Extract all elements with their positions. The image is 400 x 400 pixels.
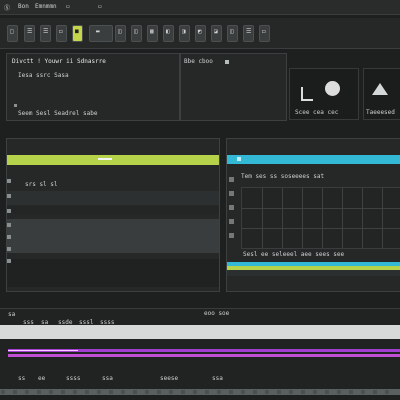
bullet-icon bbox=[14, 104, 17, 107]
tool-button[interactable]: ☰ bbox=[243, 25, 254, 42]
active-track-bar[interactable] bbox=[7, 155, 219, 165]
progress-bar-bg bbox=[227, 270, 400, 276]
timeline-center-label: eoo soe bbox=[204, 310, 230, 317]
timeline-panel: sa sss sa ssde sssl ssss eoo soe ss ee s… bbox=[0, 308, 400, 395]
tool-button[interactable]: ◫ bbox=[227, 25, 238, 42]
clip-segment[interactable] bbox=[8, 350, 78, 351]
timeline-footer-label: ssa bbox=[212, 375, 223, 382]
tool-button[interactable]: ◻ bbox=[259, 25, 270, 42]
window-control-icon[interactable]: ▭ bbox=[98, 3, 102, 10]
timeline-footer-label: ss bbox=[18, 375, 26, 382]
row-marker-icon bbox=[7, 223, 11, 227]
preview-label: Taeeesed bbox=[366, 109, 395, 116]
tool-button[interactable]: ☰ bbox=[40, 25, 51, 42]
timeline-ruler[interactable] bbox=[0, 325, 400, 339]
window-control-icon[interactable]: ▭ bbox=[66, 3, 70, 10]
preview-grid[interactable] bbox=[241, 187, 400, 249]
menu-item[interactable]: Emnmmn bbox=[35, 3, 57, 10]
tool-icon: ☰ bbox=[246, 28, 252, 35]
timeline-header-item: sa bbox=[8, 311, 16, 318]
timeline-footer-label: ee bbox=[38, 375, 46, 382]
menu-dot-icon[interactable] bbox=[225, 60, 229, 64]
editor-header: Tem ses ss soseeees sat bbox=[241, 173, 325, 180]
tool-button[interactable]: ◫ bbox=[131, 25, 142, 42]
preview-thumbnail-left[interactable]: Scee cea cec bbox=[289, 68, 359, 120]
tool-icon: ☰ bbox=[27, 28, 33, 35]
editor-row[interactable] bbox=[7, 259, 219, 287]
tool-icon: ☰ bbox=[43, 28, 49, 35]
tool-icon: ◫ bbox=[134, 28, 138, 35]
tool-icon: □ bbox=[10, 28, 14, 35]
tool-icon: ◨ bbox=[182, 28, 186, 35]
tool-button[interactable]: □ bbox=[7, 25, 18, 42]
triangle-icon bbox=[372, 83, 388, 95]
track-handle[interactable] bbox=[98, 158, 112, 160]
left-editor-panel: srs sl sl bbox=[6, 138, 220, 292]
app-icon[interactable]: Ⓢ bbox=[4, 3, 10, 12]
timeline-footer-label: ssss bbox=[66, 375, 81, 382]
timeline-icon bbox=[237, 157, 241, 161]
panel-title: Bbe cboo bbox=[184, 58, 213, 65]
tool-button[interactable]: ◫ bbox=[115, 25, 126, 42]
tool-icon: ◻ bbox=[59, 28, 63, 35]
tool-button[interactable]: ▦ bbox=[147, 25, 158, 42]
tool-button[interactable]: ◧ bbox=[163, 25, 174, 42]
right-editor-panel: Tem ses ss soseeees sat Sesl ee seleeel … bbox=[226, 138, 400, 292]
tool-icon: ■ bbox=[75, 28, 79, 35]
menubar: Ⓢ Bon Emnmmn ▭ ▭ bbox=[0, 0, 400, 15]
editor-footer: Sesl ee seleeel aee sees see bbox=[243, 251, 345, 258]
timeline-footer-label: ssa bbox=[102, 375, 113, 382]
tool-button[interactable]: ◨ bbox=[179, 25, 190, 42]
playback-icon bbox=[325, 81, 340, 96]
tool-button[interactable]: ◻ bbox=[56, 25, 67, 42]
panel-subtitle: Iesa ssrc Sasa bbox=[18, 72, 69, 79]
editor-row-label: srs sl sl bbox=[25, 181, 58, 188]
row-marker-icon bbox=[7, 247, 11, 251]
timeline-track[interactable] bbox=[8, 354, 400, 357]
panel-footer: Seem Sesl Seadrel sabe bbox=[18, 110, 98, 117]
toolbar: □ ☰ ☰ ◻ ■ ▬ ◫ ◫ ▦ ◧ ◨ ◩ ◪ ◫ ☰ ◻ bbox=[0, 18, 400, 49]
tool-icon: ▬ bbox=[96, 28, 100, 35]
preview-thumbnail-right[interactable]: Taeeesed bbox=[363, 68, 400, 120]
editor-row[interactable] bbox=[7, 206, 219, 214]
media-browser-panel: Bbe cboo bbox=[180, 53, 287, 121]
row-marker-icon bbox=[7, 259, 11, 263]
menu-item[interactable]: Bon bbox=[18, 3, 29, 10]
timeline-footer-label: seese bbox=[160, 375, 179, 382]
tool-icon: ◻ bbox=[262, 28, 266, 35]
preview-label: Scee cea cec bbox=[295, 109, 339, 116]
row-marker-icon bbox=[7, 209, 11, 213]
row-marker-icon bbox=[7, 235, 11, 239]
tool-icon: ◫ bbox=[230, 28, 234, 35]
panel-title: Divctt ! Youwr ii Sdnasrre bbox=[12, 58, 106, 65]
editor-row[interactable] bbox=[7, 219, 219, 253]
timeline-cells bbox=[0, 389, 400, 395]
tool-icon: ◫ bbox=[118, 28, 122, 35]
row-marker-icon bbox=[7, 179, 11, 183]
project-info-panel: Divctt ! Youwr ii Sdnasrre Iesa ssrc Sas… bbox=[6, 53, 180, 121]
tool-button[interactable]: ◪ bbox=[211, 25, 222, 42]
timeline-bar[interactable] bbox=[227, 155, 400, 164]
tool-button[interactable]: ☰ bbox=[24, 25, 35, 42]
active-tool-button[interactable]: ■ bbox=[72, 25, 83, 42]
editor-row[interactable] bbox=[7, 191, 219, 205]
tool-icon bbox=[301, 87, 313, 101]
tool-icon: ◩ bbox=[198, 28, 202, 35]
tool-icon: ◪ bbox=[214, 28, 218, 35]
tool-icon: ◧ bbox=[166, 28, 170, 35]
tool-icon: ▦ bbox=[150, 28, 154, 35]
tool-button[interactable]: ◩ bbox=[195, 25, 206, 42]
tool-button[interactable]: ▬ bbox=[89, 25, 113, 42]
vertical-toolbar bbox=[227, 173, 237, 263]
row-marker-icon bbox=[7, 194, 11, 198]
